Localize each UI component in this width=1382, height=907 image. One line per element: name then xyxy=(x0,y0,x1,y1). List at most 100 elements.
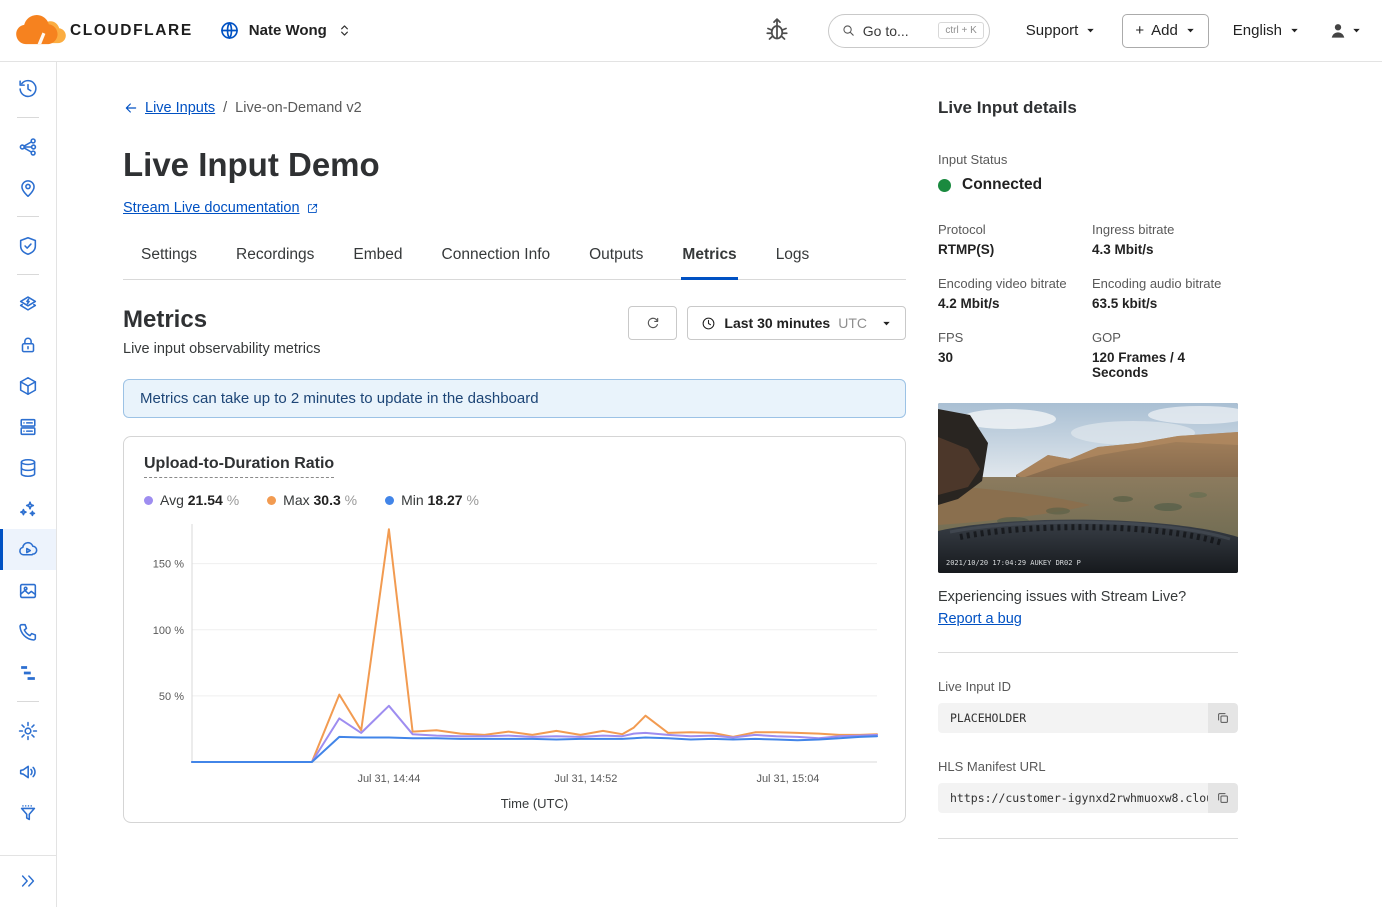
svg-text:Jul 31, 14:44: Jul 31, 14:44 xyxy=(357,773,420,785)
status-dot-connected xyxy=(938,179,951,192)
time-range-select[interactable]: Last 30 minutes UTC xyxy=(687,306,906,340)
tab-embed[interactable]: Embed xyxy=(352,246,403,280)
sidebar-item-location-pin[interactable] xyxy=(0,167,56,208)
analytics-bars-icon xyxy=(17,662,39,684)
status-value: Connected xyxy=(962,176,1042,194)
tab-settings[interactable]: Settings xyxy=(140,246,198,280)
chart-title[interactable]: Upload-to-Duration Ratio xyxy=(144,455,334,478)
refresh-button[interactable] xyxy=(628,306,677,340)
app-header: CLOUDFLARE Nate Wong Go to... ctrl + K S… xyxy=(0,0,1382,62)
breadcrumb-separator: / xyxy=(223,100,227,116)
clock-icon xyxy=(701,316,716,331)
add-button[interactable]: + Add xyxy=(1122,14,1208,48)
svg-text:Time (UTC): Time (UTC) xyxy=(501,796,568,811)
sidebar-item-funnel[interactable] xyxy=(0,792,56,833)
global-search[interactable]: Go to... ctrl + K xyxy=(828,14,990,48)
package-icon xyxy=(17,375,39,397)
upload-ratio-chart: 50 %100 %150 %Jul 31, 14:44Jul 31, 14:52… xyxy=(144,516,885,816)
tab-outputs[interactable]: Outputs xyxy=(588,246,644,280)
metrics-heading: Metrics xyxy=(123,306,320,334)
legend-item-min[interactable]: Min 18.27 % xyxy=(385,492,479,508)
search-shortcut-badge: ctrl + K xyxy=(938,22,983,39)
time-range-value: Last 30 minutes xyxy=(724,315,830,331)
sidebar-divider xyxy=(17,701,39,702)
caret-down-icon xyxy=(1351,25,1362,36)
sidebar-expand-button[interactable] xyxy=(18,871,38,891)
timezone-label: UTC xyxy=(838,315,867,331)
phone-icon xyxy=(17,621,39,643)
sidebar-item-ai-sparkles[interactable] xyxy=(0,488,56,529)
globe-icon xyxy=(219,20,240,41)
copy-hls-manifest-button[interactable] xyxy=(1208,783,1238,813)
sidebar-divider xyxy=(17,117,39,118)
detail-field-gop: GOP120 Frames / 4 Seconds xyxy=(1092,330,1238,380)
copy-icon xyxy=(1216,711,1230,725)
aside-divider xyxy=(938,838,1238,839)
svg-text:Jul 31, 15:04: Jul 31, 15:04 xyxy=(756,773,819,785)
sidebar-divider xyxy=(17,274,39,275)
detail-field-encoding-video-bitrate: Encoding video bitrate4.2 Mbit/s xyxy=(938,276,1084,311)
report-bug-link[interactable]: Report a bug xyxy=(938,611,1022,627)
upload-ratio-card: Upload-to-Duration Ratio Avg 21.54 % Max … xyxy=(123,436,906,823)
live-input-id-label: Live Input ID xyxy=(938,679,1238,694)
database-icon xyxy=(17,457,39,479)
chart-legend: Avg 21.54 % Max 30.3 % Min 18.27 % xyxy=(144,492,885,508)
user-icon xyxy=(1328,21,1348,41)
detail-field-fps: FPS30 xyxy=(938,330,1084,380)
caret-down-icon xyxy=(1185,25,1196,36)
sidebar-divider xyxy=(17,216,39,217)
sidebar-item-stream-cloud-play[interactable] xyxy=(0,529,56,570)
arrow-left-icon xyxy=(123,100,139,116)
live-input-id-field: PLACEHOLDER xyxy=(938,703,1238,733)
live-preview-thumbnail: 2021/10/20 17:04:29 AUKEY DR02 P xyxy=(938,403,1238,573)
tab-bar: Settings Recordings Embed Connection Info Ou… xyxy=(123,246,906,280)
copy-icon xyxy=(1216,791,1230,805)
lock-icon xyxy=(17,334,39,356)
ai-sparkles-icon xyxy=(17,498,39,520)
sidebar-item-images[interactable] xyxy=(0,570,56,611)
breadcrumb-back-link[interactable]: Live Inputs xyxy=(123,100,215,116)
copy-live-input-id-button[interactable] xyxy=(1208,703,1238,733)
user-menu[interactable] xyxy=(1328,21,1362,41)
language-menu[interactable]: English xyxy=(1233,22,1300,39)
sidebar-item-gear[interactable] xyxy=(0,710,56,751)
sidebar-item-layers[interactable] xyxy=(0,283,56,324)
svg-text:50 %: 50 % xyxy=(159,691,184,703)
sidebar-bottom xyxy=(0,855,56,907)
server-stack-icon xyxy=(17,416,39,438)
sidebar-item-megaphone[interactable] xyxy=(0,751,56,792)
sidebar-item-shield-check[interactable] xyxy=(0,225,56,266)
tab-connection-info[interactable]: Connection Info xyxy=(441,246,552,280)
svg-text:150 %: 150 % xyxy=(153,559,184,571)
input-status: Connected xyxy=(938,176,1238,194)
legend-item-max[interactable]: Max 30.3 % xyxy=(267,492,357,508)
stream-cloud-play-icon xyxy=(17,539,39,561)
account-switcher[interactable]: Nate Wong xyxy=(219,20,353,41)
live-input-id-value: PLACEHOLDER xyxy=(950,711,1026,725)
sidebar-item-database[interactable] xyxy=(0,447,56,488)
caret-down-icon xyxy=(1085,25,1096,36)
legend-item-avg[interactable]: Avg 21.54 % xyxy=(144,492,239,508)
clock-history-icon xyxy=(17,78,39,100)
sidebar-item-clock-history[interactable] xyxy=(0,68,56,109)
sidebar-item-package[interactable] xyxy=(0,365,56,406)
cloudflare-logo[interactable]: CLOUDFLARE xyxy=(14,13,193,49)
hls-manifest-value: https://customer-igynxd2rwhmuoxw8.cloudf xyxy=(950,791,1227,805)
sidebar-item-analytics-bars[interactable] xyxy=(0,652,56,693)
sidebar-item-phone[interactable] xyxy=(0,611,56,652)
language-label: English xyxy=(1233,22,1282,39)
tab-recordings[interactable]: Recordings xyxy=(235,246,315,280)
network-icon xyxy=(17,136,39,158)
tab-logs[interactable]: Logs xyxy=(775,246,811,280)
cloudflare-cloud-icon xyxy=(14,13,68,49)
report-bug-icon[interactable] xyxy=(762,16,792,46)
support-menu[interactable]: Support xyxy=(1026,22,1097,39)
legend-dot-max xyxy=(267,496,276,505)
detail-field-protocol: ProtocolRTMP(S) xyxy=(938,222,1084,257)
sidebar-item-lock[interactable] xyxy=(0,324,56,365)
sidebar-item-server-stack[interactable] xyxy=(0,406,56,447)
sidebar-item-network[interactable] xyxy=(0,126,56,167)
tab-metrics[interactable]: Metrics xyxy=(681,246,737,280)
chevron-updown-icon xyxy=(336,22,353,39)
stream-docs-link[interactable]: Stream Live documentation xyxy=(123,200,319,216)
